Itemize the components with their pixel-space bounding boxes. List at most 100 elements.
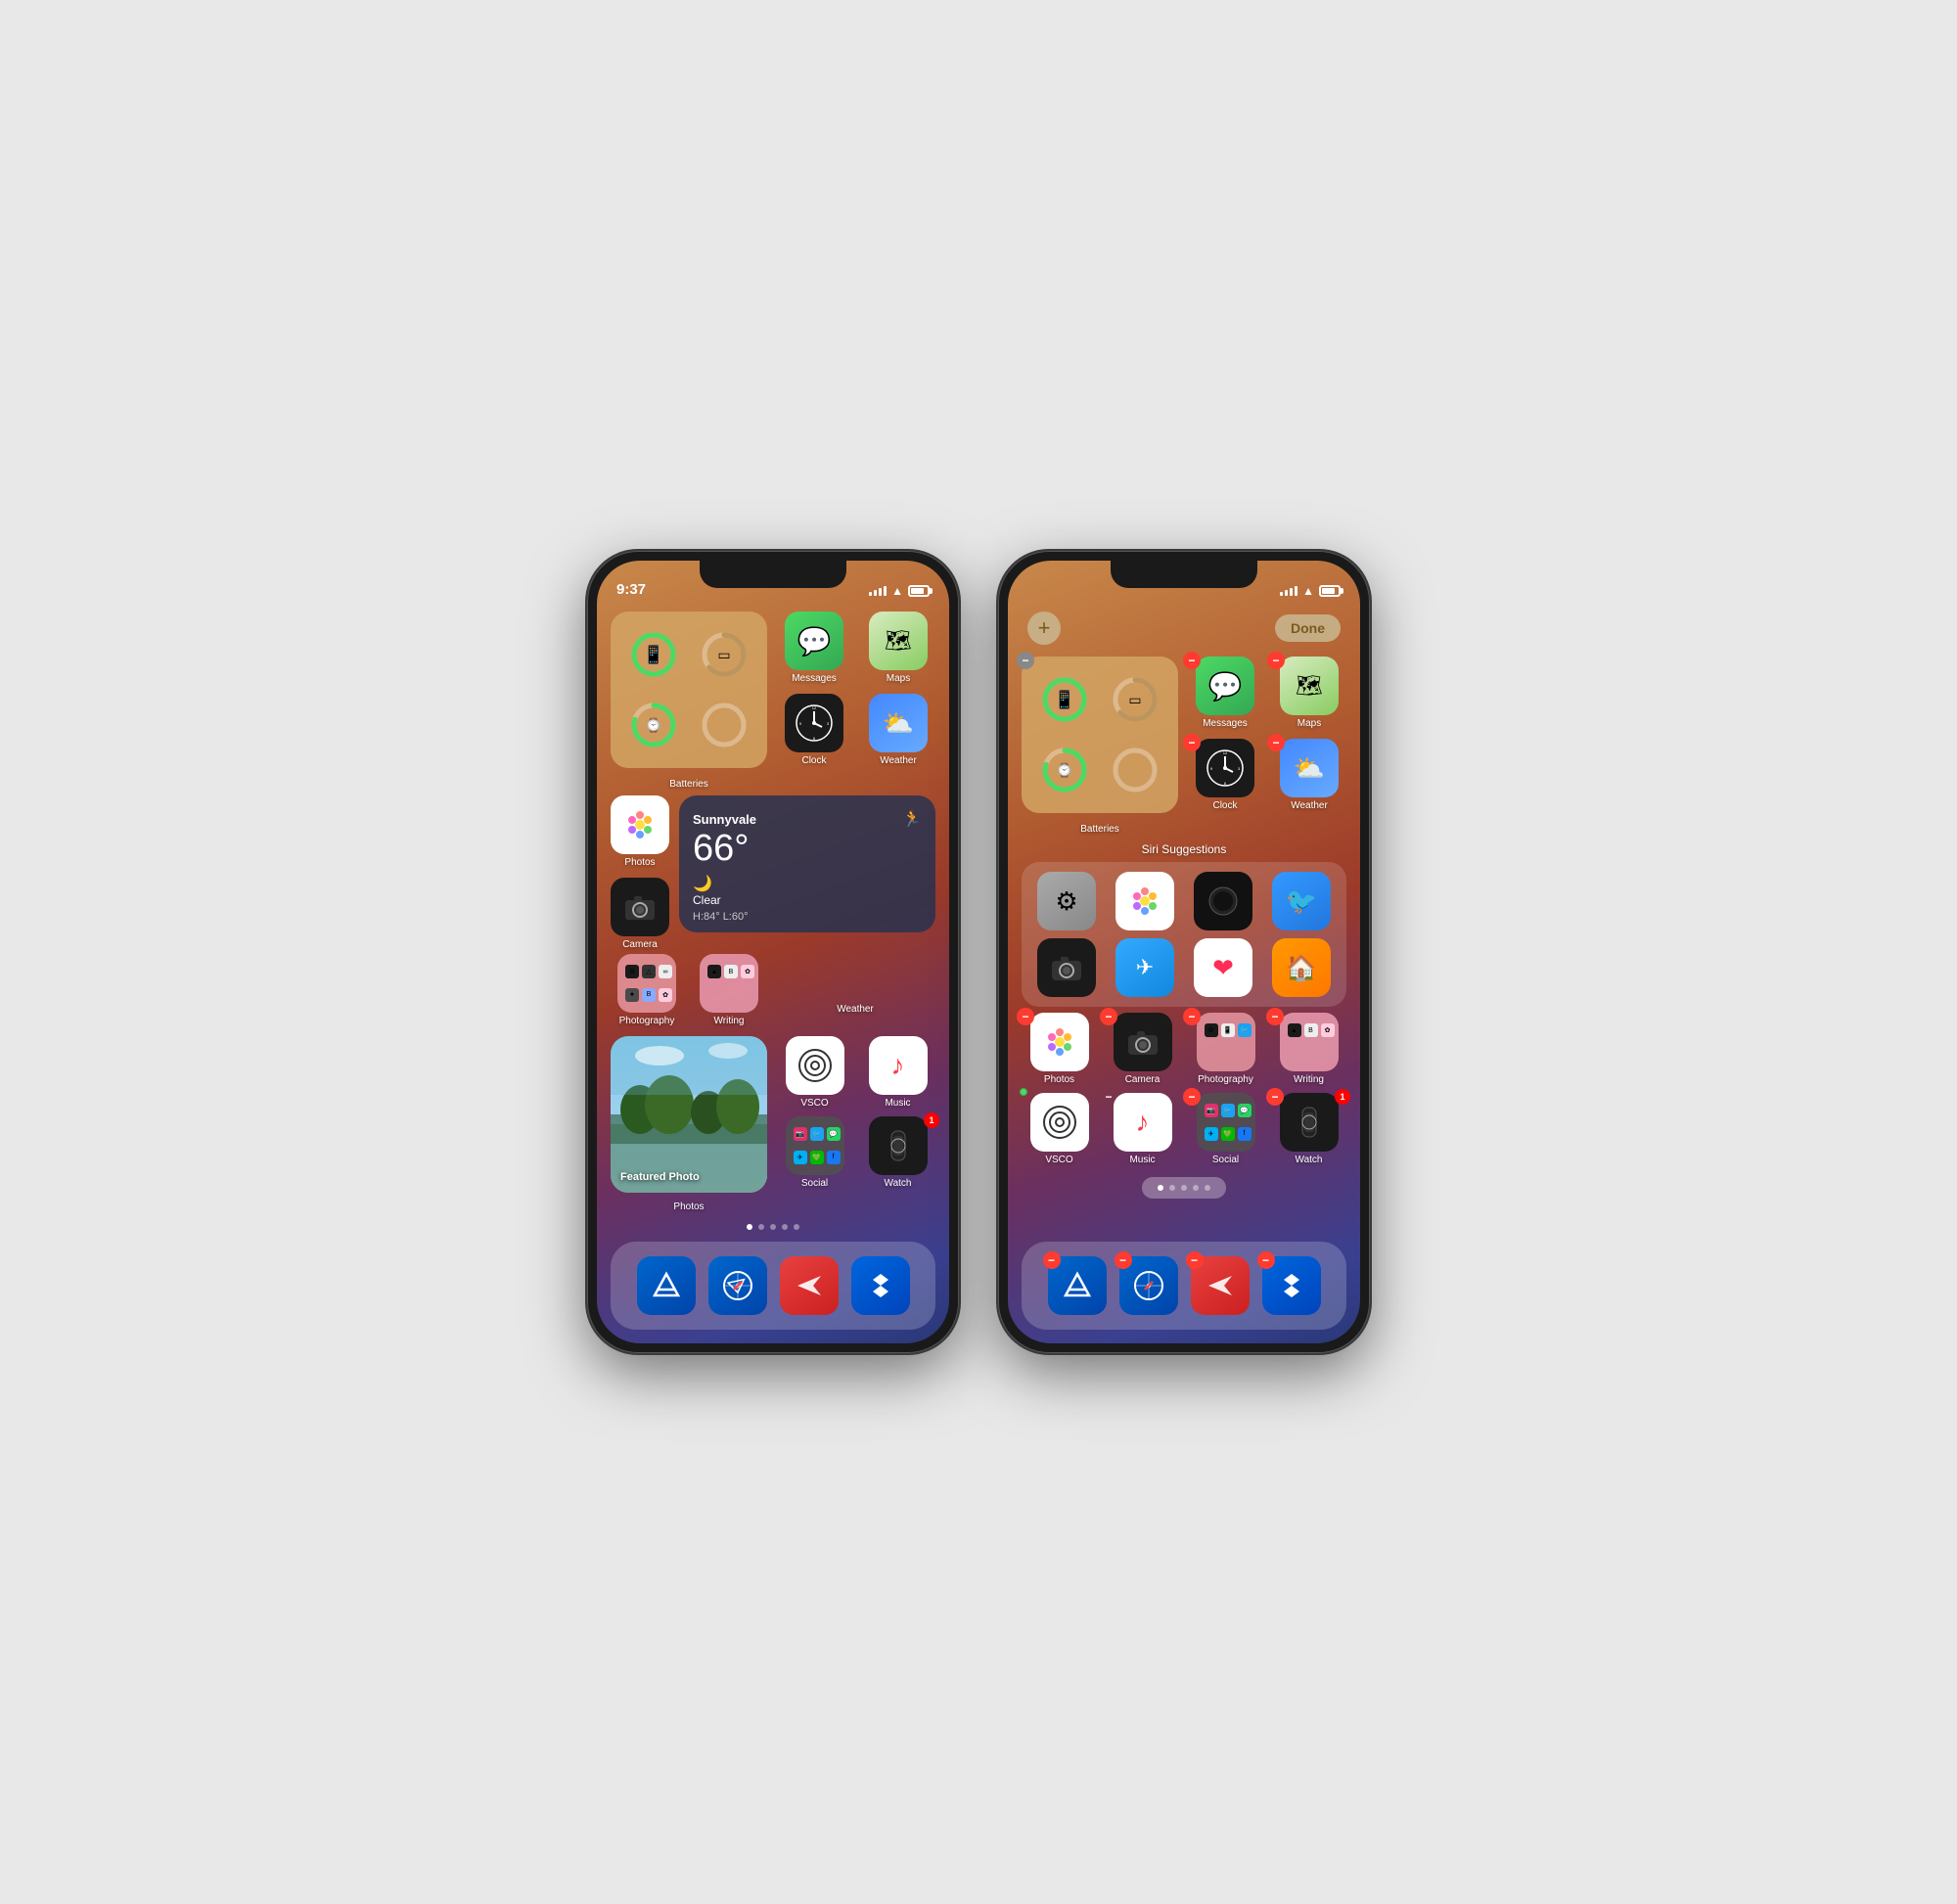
dock-dropbox-1[interactable] bbox=[851, 1256, 910, 1315]
app-vsco-2[interactable]: VSCO bbox=[1022, 1093, 1097, 1165]
signal-bar-2 bbox=[874, 590, 877, 596]
app-weather-1[interactable]: ⛅ Weather bbox=[861, 694, 935, 766]
app-twitterrific-2[interactable]: 🐦 bbox=[1266, 872, 1337, 930]
weather-icon-1: ⛅ bbox=[869, 694, 928, 752]
app-photography-1[interactable]: ⚙ △ ∞ ● B ✿ Photography bbox=[611, 954, 683, 1026]
app-social-1[interactable]: 📷 🐦 💬 ✈ 💚 f Social bbox=[777, 1116, 852, 1189]
photos-bottom-label-1: Photos bbox=[673, 1201, 704, 1212]
remove-messages-2[interactable]: − bbox=[1183, 652, 1201, 669]
app-clock-2[interactable]: − 12 3 9 6 bbox=[1188, 739, 1262, 811]
remove-photography-2[interactable]: − bbox=[1183, 1008, 1201, 1025]
messages-label-1: Messages bbox=[792, 673, 837, 684]
remove-writing-2[interactable]: − bbox=[1266, 1008, 1284, 1025]
dot-2-3 bbox=[1181, 1185, 1187, 1191]
app-photography-2[interactable]: − ⚙ 📱 🐦 Photography bbox=[1188, 1013, 1263, 1085]
remove-appstore-2[interactable]: − bbox=[1043, 1251, 1061, 1269]
photography-label-1: Photography bbox=[619, 1016, 675, 1026]
weather-temp-1: 66° bbox=[693, 829, 922, 870]
app-telegram-2[interactable]: ✈ bbox=[1110, 938, 1180, 997]
app-writing-2[interactable]: − ▲ B ✿ Writing bbox=[1271, 1013, 1346, 1085]
svg-text:9: 9 bbox=[799, 721, 802, 726]
app-writing-1[interactable]: ▲ B ✿ Writing bbox=[693, 954, 765, 1026]
dot-1-5 bbox=[794, 1224, 799, 1230]
svg-text:12: 12 bbox=[812, 705, 817, 710]
dock-spark-2[interactable]: − bbox=[1191, 1256, 1250, 1315]
signal-bar-3 bbox=[879, 588, 882, 596]
dock-safari-2[interactable]: − bbox=[1119, 1256, 1178, 1315]
app-camera-siri-2[interactable] bbox=[1031, 938, 1102, 997]
photos-icon-1 bbox=[611, 795, 669, 854]
app-weather-2[interactable]: − ⛅ Weather bbox=[1272, 739, 1346, 811]
dock-dropbox-2[interactable]: − bbox=[1262, 1256, 1321, 1315]
vsco-icon-1 bbox=[786, 1036, 844, 1095]
page-dots-1 bbox=[611, 1224, 935, 1230]
featured-label-1: Featured Photo bbox=[620, 1171, 700, 1183]
messages-icon-1: 💬 bbox=[785, 612, 843, 670]
app-watch-1[interactable]: 1 Watch bbox=[860, 1116, 935, 1189]
music-label-1: Music bbox=[885, 1098, 910, 1109]
dot-1-4 bbox=[782, 1224, 788, 1230]
svg-text:3: 3 bbox=[1238, 766, 1241, 771]
battery-phone-1: 📱 bbox=[622, 623, 685, 686]
app-watchface-2[interactable] bbox=[1188, 872, 1258, 930]
app-vsco-1[interactable]: VSCO bbox=[777, 1036, 852, 1109]
dock-spark-1[interactable] bbox=[780, 1256, 839, 1315]
clock-label-1: Clock bbox=[801, 755, 826, 766]
app-maps-2[interactable]: − 🗺 Maps bbox=[1272, 657, 1346, 729]
weather-label-1: Weather bbox=[880, 755, 917, 766]
app-settings-2[interactable]: ⚙ bbox=[1031, 872, 1102, 930]
remove-dropbox-2[interactable]: − bbox=[1257, 1251, 1275, 1269]
remove-clock-2[interactable]: − bbox=[1183, 734, 1201, 751]
app-social-2[interactable]: − 📷 🐦 💬 ✈ 💚 f Social bbox=[1188, 1093, 1263, 1165]
watch-badge-1: 1 bbox=[924, 1112, 939, 1128]
signal-bars-2 bbox=[1280, 586, 1297, 596]
weather-widget-1: Sunnyvale 🏃 66° 🌙 Clear H:84° L:60° bbox=[679, 795, 935, 932]
writing-label-1: Writing bbox=[714, 1016, 745, 1026]
social-label-1: Social bbox=[801, 1178, 828, 1189]
remove-social-2[interactable]: − bbox=[1183, 1088, 1201, 1106]
featured-photo-widget-1: Featured Photo bbox=[611, 1036, 767, 1193]
app-camera-1[interactable]: Camera bbox=[611, 878, 669, 950]
remove-maps-2[interactable]: − bbox=[1267, 652, 1285, 669]
remove-safari-2[interactable]: − bbox=[1115, 1251, 1132, 1269]
add-button-2[interactable]: + bbox=[1027, 612, 1061, 645]
status-icons-1: ▲ bbox=[869, 584, 930, 598]
dock-2: − − bbox=[1022, 1242, 1346, 1330]
music-icon-1: ♪ bbox=[869, 1036, 928, 1095]
camera-icon-1 bbox=[611, 878, 669, 936]
app-music-1[interactable]: ♪ Music bbox=[860, 1036, 935, 1109]
signal-bar-1 bbox=[869, 592, 872, 596]
social-folder-1: 📷 🐦 💬 ✈ 💚 f bbox=[786, 1116, 844, 1175]
battery-icon-2 bbox=[1319, 585, 1341, 597]
app-clock-1[interactable]: 12 3 9 6 Clock bbox=[777, 694, 851, 766]
app-messages-2[interactable]: − 💬 Messages bbox=[1188, 657, 1262, 729]
remove-camera-2[interactable]: − bbox=[1100, 1008, 1117, 1025]
done-button-2[interactable]: Done bbox=[1275, 614, 1341, 642]
vsco-label-1: VSCO bbox=[800, 1098, 828, 1109]
app-music-2[interactable]: − ♪ Music bbox=[1105, 1093, 1180, 1165]
dock-appstore-1[interactable] bbox=[637, 1256, 696, 1315]
home-content-1: 📱 ▭ bbox=[597, 604, 949, 1343]
app-messages-1[interactable]: 💬 Messages bbox=[777, 612, 851, 684]
batteries-widget-1: 📱 ▭ bbox=[611, 612, 767, 768]
remove-spark-2[interactable]: − bbox=[1186, 1251, 1204, 1269]
remove-batteries-2[interactable]: − bbox=[1017, 652, 1034, 669]
remove-watch-2[interactable]: − bbox=[1266, 1088, 1284, 1106]
app-photos-2[interactable]: − Photos bbox=[1022, 1013, 1097, 1085]
dock-safari-1[interactable] bbox=[708, 1256, 767, 1315]
app-photos-siri-2[interactable] bbox=[1110, 872, 1180, 930]
remove-music-2[interactable]: − bbox=[1100, 1088, 1117, 1106]
photography-folder-1: ⚙ △ ∞ ● B ✿ bbox=[617, 954, 676, 1013]
app-home-2[interactable]: 🏠 bbox=[1266, 938, 1337, 997]
dock-appstore-2[interactable]: − bbox=[1048, 1256, 1107, 1315]
app-health-2[interactable]: ❤ bbox=[1188, 938, 1258, 997]
remove-photos-2[interactable]: − bbox=[1017, 1008, 1034, 1025]
phone-1-screen: 9:37 ▲ bbox=[597, 561, 949, 1343]
app-camera-2[interactable]: − Camera bbox=[1105, 1013, 1180, 1085]
remove-weather-2[interactable]: − bbox=[1267, 734, 1285, 751]
weather-condition-1: Clear bbox=[693, 893, 922, 907]
app-watch-2[interactable]: − 1 Watch bbox=[1271, 1093, 1346, 1165]
app-photos-1[interactable]: Photos bbox=[611, 795, 669, 868]
app-maps-1[interactable]: 🗺 Maps bbox=[861, 612, 935, 684]
dot-1-1 bbox=[747, 1224, 752, 1230]
